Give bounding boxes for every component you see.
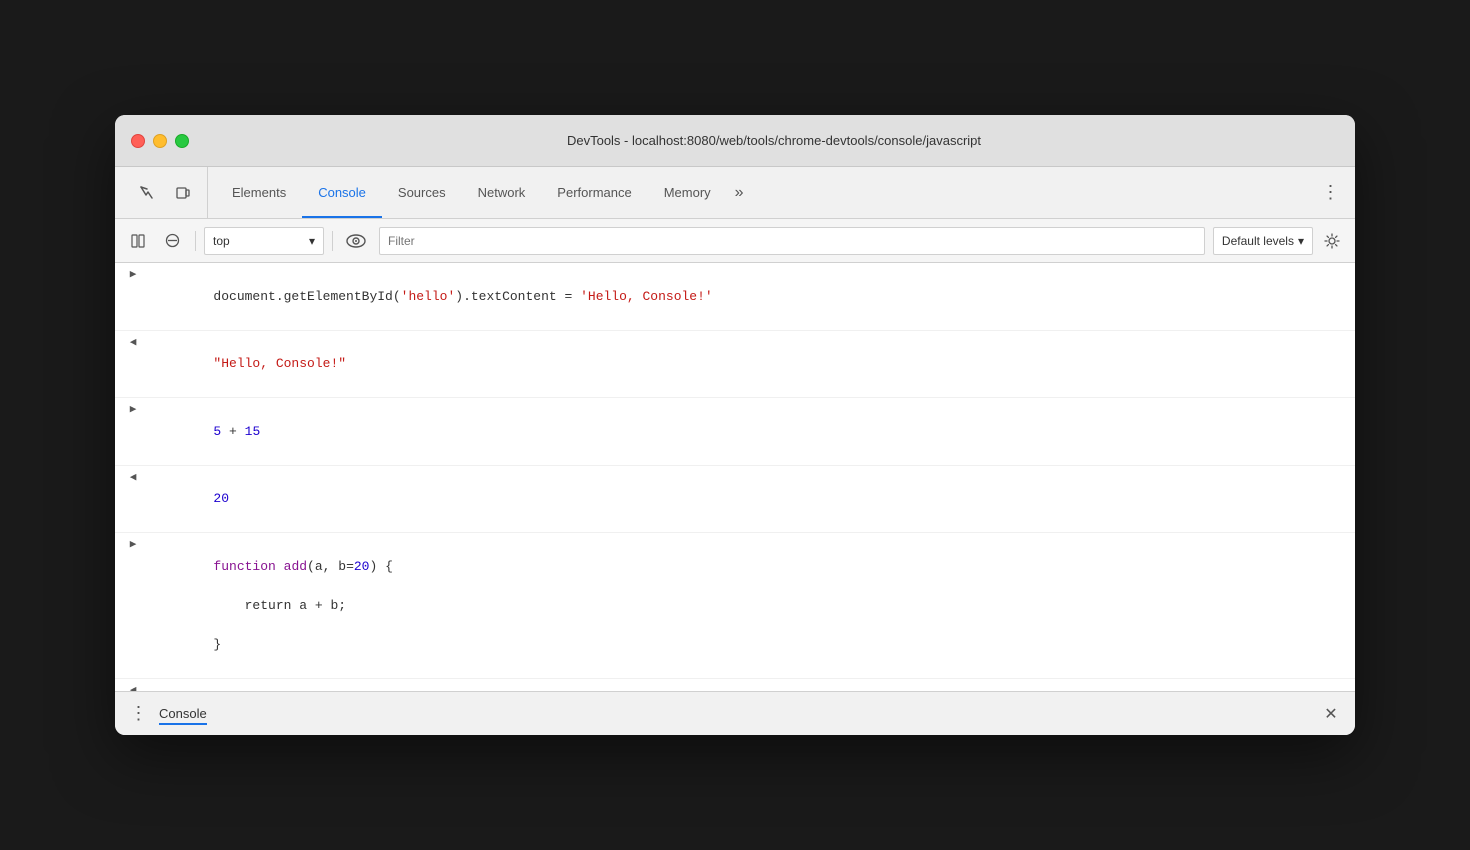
tab-bar: Elements Console Sources Network Perform… bbox=[115, 167, 1355, 219]
console-output-6: undefined bbox=[151, 681, 1347, 692]
log-levels-button[interactable]: Default levels ▾ bbox=[1213, 227, 1313, 255]
console-entry-5: ▶ function add(a, b=20) { return a + b; … bbox=[115, 533, 1355, 679]
toolbar-divider-1 bbox=[195, 231, 196, 251]
tab-elements[interactable]: Elements bbox=[216, 167, 302, 218]
console-output-4: 20 bbox=[151, 468, 1347, 531]
console-toolbar: top ▾ Default levels ▾ bbox=[115, 219, 1355, 263]
console-entry-4: ◀ 20 bbox=[115, 466, 1355, 534]
minimize-button[interactable] bbox=[153, 134, 167, 148]
tab-sources[interactable]: Sources bbox=[382, 167, 462, 218]
devtools-window: DevTools - localhost:8080/web/tools/chro… bbox=[115, 115, 1355, 735]
console-output-2: "Hello, Console!" bbox=[151, 333, 1347, 396]
toolbar-divider-2 bbox=[332, 231, 333, 251]
input-arrow-5: ▶ bbox=[115, 535, 151, 554]
window-title: DevTools - localhost:8080/web/tools/chro… bbox=[209, 133, 1339, 148]
tab-console[interactable]: Console bbox=[302, 167, 382, 218]
tab-memory[interactable]: Memory bbox=[648, 167, 727, 218]
output-arrow-2: ◀ bbox=[115, 333, 151, 352]
console-output: ▶ document.getElementById('hello').textC… bbox=[115, 263, 1355, 691]
bottom-console-tab[interactable]: Console bbox=[159, 706, 207, 721]
bottom-close-button[interactable]: ✕ bbox=[1319, 702, 1343, 726]
output-arrow-4: ◀ bbox=[115, 468, 151, 487]
context-selector[interactable]: top ▾ bbox=[204, 227, 324, 255]
tab-performance[interactable]: Performance bbox=[541, 167, 647, 218]
input-arrow-1: ▶ bbox=[115, 265, 151, 284]
bottom-menu-button[interactable]: ⋮ bbox=[127, 703, 151, 724]
traffic-lights bbox=[131, 134, 189, 148]
console-entry-3: ▶ 5 + 15 bbox=[115, 398, 1355, 466]
close-button[interactable] bbox=[131, 134, 145, 148]
console-entry-2: ◀ "Hello, Console!" bbox=[115, 331, 1355, 399]
console-input-3: 5 + 15 bbox=[151, 400, 1347, 463]
console-input-1: document.getElementById('hello').textCon… bbox=[151, 265, 1347, 328]
more-tabs-button[interactable]: » bbox=[727, 167, 752, 218]
output-arrow-6: ◀ bbox=[115, 681, 151, 692]
console-entry-6: ◀ undefined bbox=[115, 679, 1355, 692]
execute-button[interactable] bbox=[123, 226, 153, 256]
main-tabs: Elements Console Sources Network Perform… bbox=[216, 167, 766, 218]
device-toolbar-icon[interactable] bbox=[167, 177, 199, 209]
console-entry-1: ▶ document.getElementById('hello').textC… bbox=[115, 263, 1355, 331]
devtools-icons bbox=[123, 167, 208, 218]
maximize-button[interactable] bbox=[175, 134, 189, 148]
eye-icon[interactable] bbox=[341, 226, 371, 256]
console-input-5: function add(a, b=20) { return a + b; } bbox=[151, 535, 1347, 676]
inspect-icon[interactable] bbox=[131, 177, 163, 209]
tab-network[interactable]: Network bbox=[462, 167, 542, 218]
input-arrow-3: ▶ bbox=[115, 400, 151, 419]
devtools-menu-button[interactable]: ⋮ bbox=[1315, 167, 1347, 218]
bottom-bar: ⋮ Console ✕ bbox=[115, 691, 1355, 735]
console-settings-button[interactable] bbox=[1317, 226, 1347, 256]
clear-console-button[interactable] bbox=[157, 226, 187, 256]
filter-input[interactable] bbox=[379, 227, 1205, 255]
title-bar: DevTools - localhost:8080/web/tools/chro… bbox=[115, 115, 1355, 167]
